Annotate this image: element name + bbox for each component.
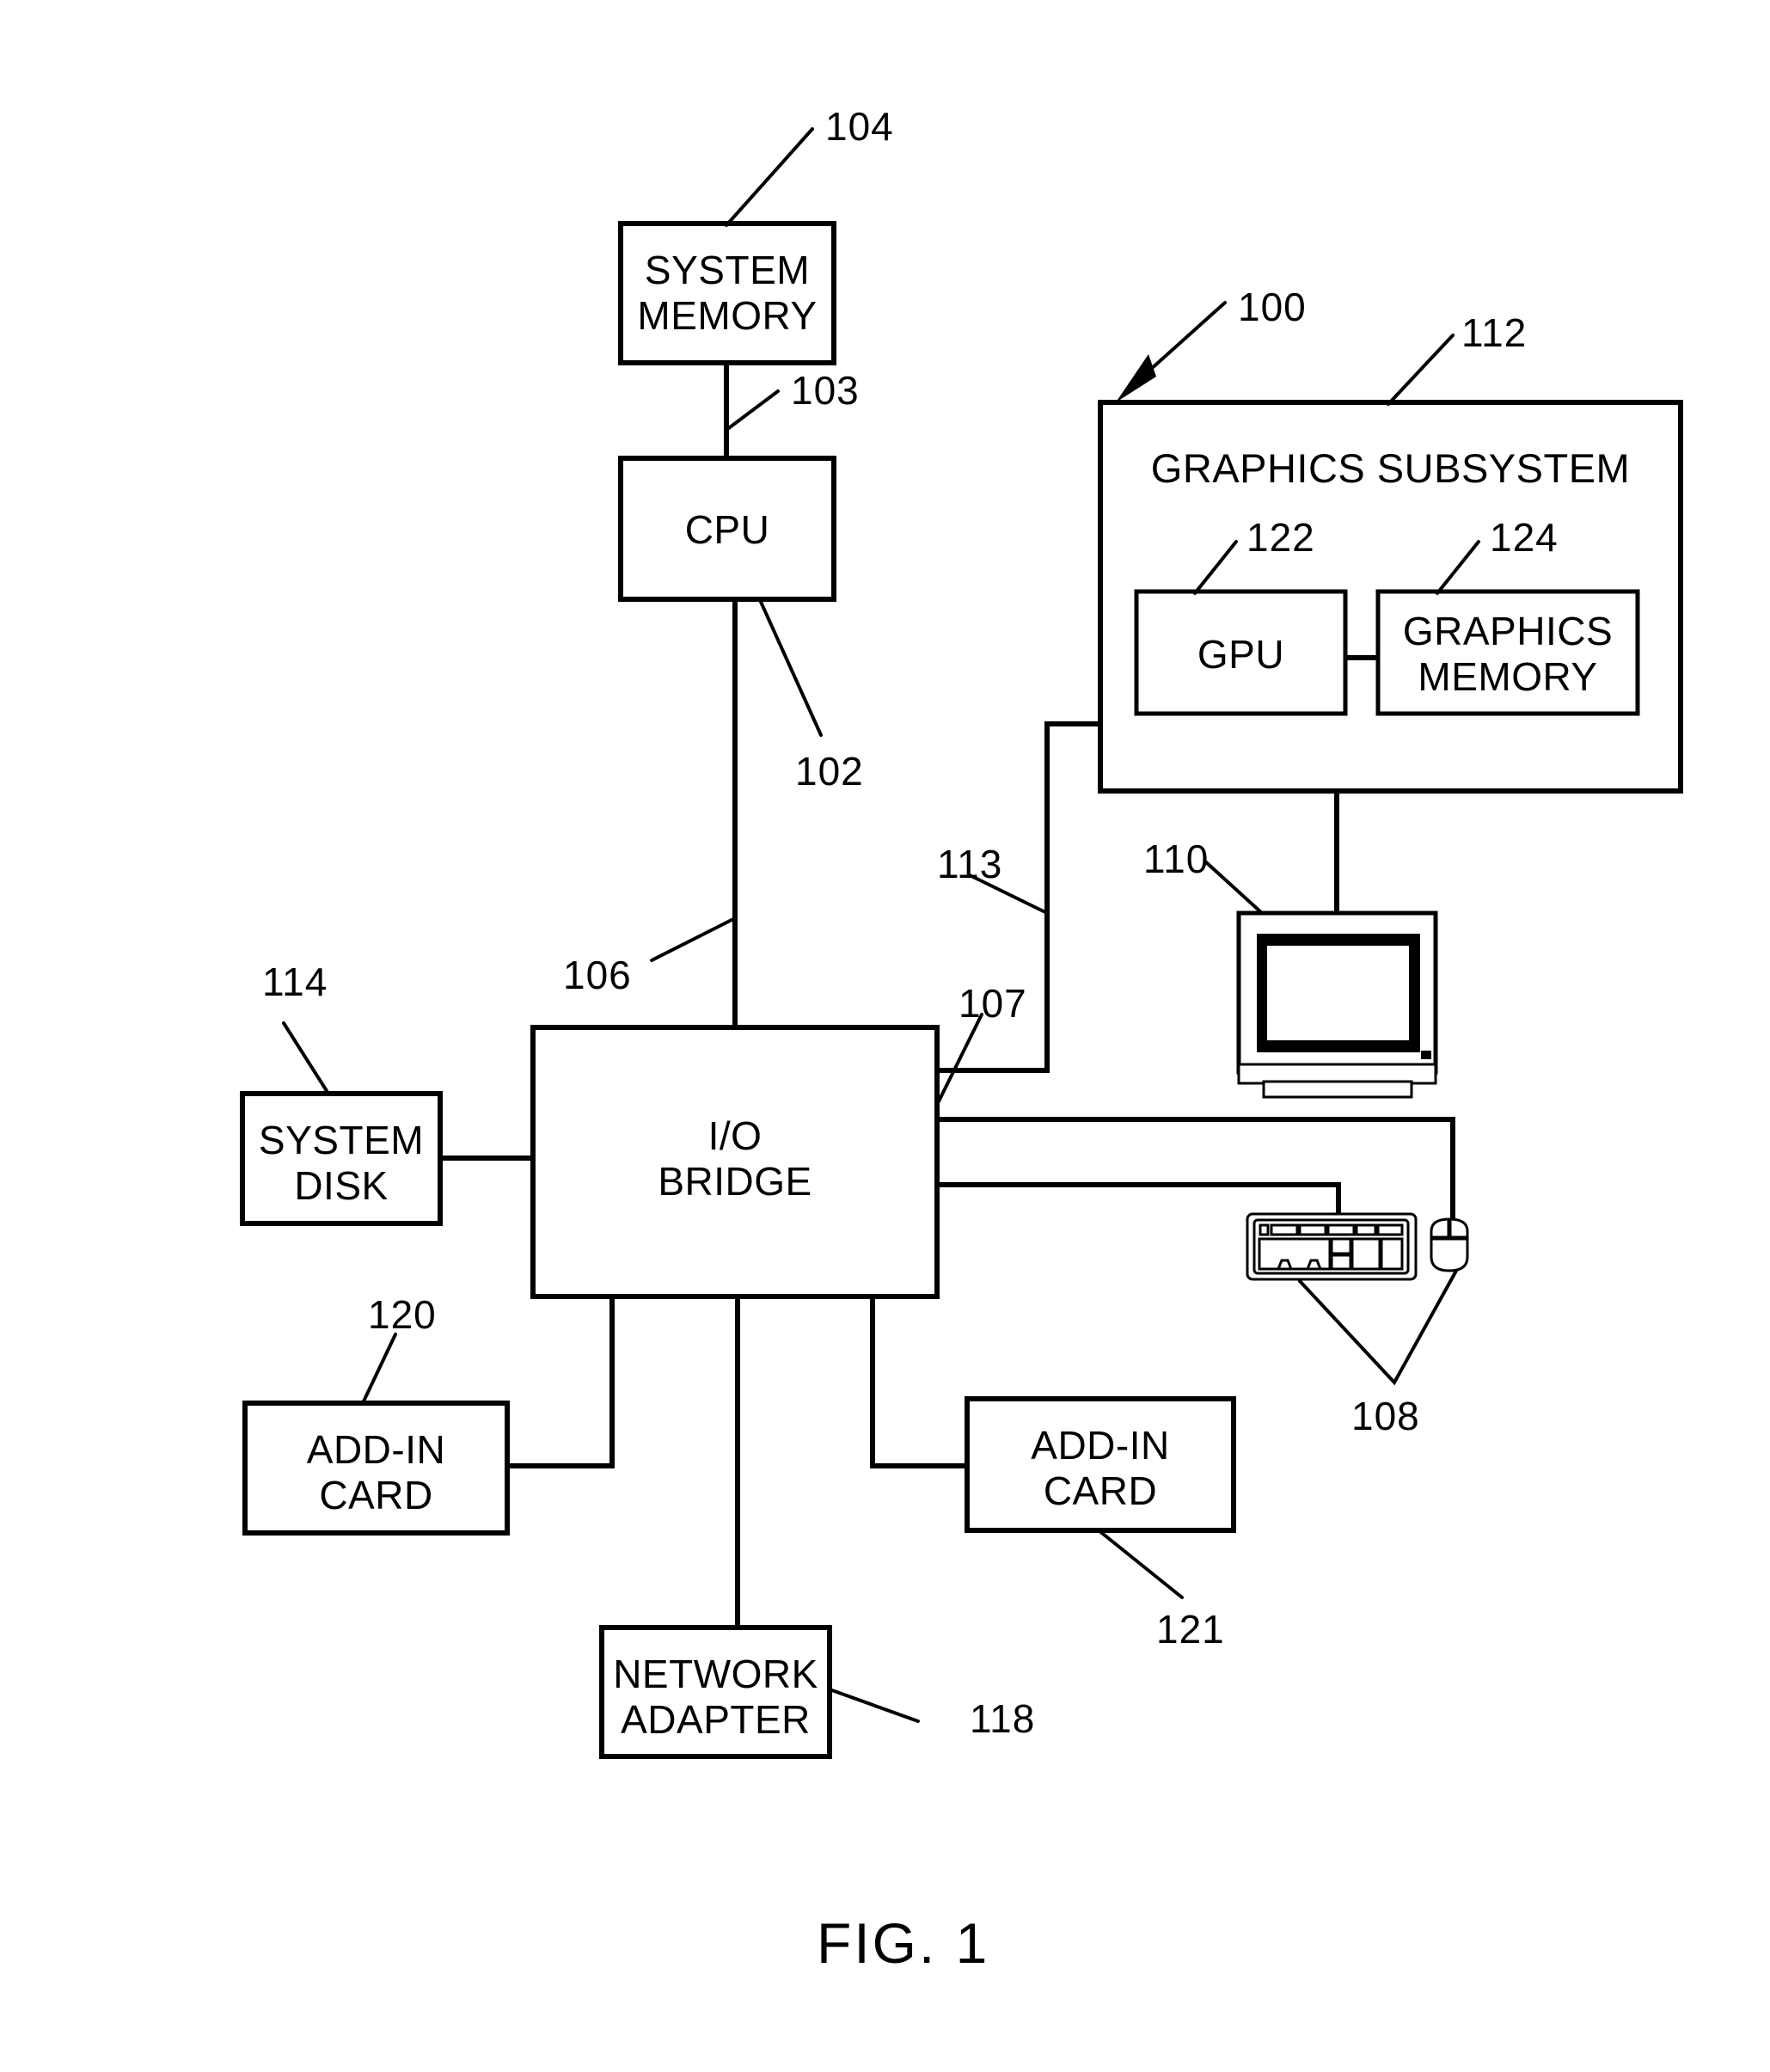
gpu-box[interactable] [1134, 589, 1348, 716]
lead-line-103 [725, 389, 780, 432]
patent-figure-root: SYSTEM MEMORY CPU I/O BRIDGE SYSTEM DISK… [0, 0, 1770, 2072]
diagram-canvas [240, 127, 1683, 1759]
io-bridge-box[interactable] [530, 1025, 940, 1299]
lead-line-113 [968, 874, 1049, 915]
network-adapter-box[interactable] [599, 1625, 832, 1759]
lead-line-108 [1298, 1269, 1458, 1386]
lead-line-120 [361, 1333, 397, 1405]
graphics-memory-box[interactable] [1375, 589, 1640, 716]
figure-caption: FIG. 1 [817, 1911, 990, 1975]
lead-line-112 [1387, 334, 1455, 406]
io-bridge-to-add-in-card-left-line [507, 1297, 615, 1468]
display-monitor-graphic[interactable] [1236, 910, 1438, 1099]
io-bridge-to-mouse-line [937, 1117, 1455, 1219]
lead-line-107 [935, 1013, 983, 1106]
cpu-box[interactable] [618, 456, 836, 602]
io-bridge-to-add-in-card-right-line [870, 1297, 967, 1468]
lead-line-114 [282, 1021, 330, 1095]
add-in-card-right-box[interactable] [965, 1396, 1236, 1533]
lead-line-118 [828, 1688, 920, 1723]
add-in-card-left-box[interactable] [242, 1401, 510, 1536]
lead-line-106 [650, 916, 737, 962]
lead-line-104 [725, 127, 814, 227]
keyboard-graphic[interactable] [1246, 1212, 1418, 1281]
lead-line-110 [1203, 860, 1264, 915]
graphics-subsystem-bus-line [937, 721, 1100, 1073]
system-disk-box[interactable] [240, 1091, 443, 1226]
system-memory-box[interactable] [618, 221, 836, 365]
mouse-graphic[interactable] [1430, 1217, 1469, 1272]
lead-line-102 [759, 600, 823, 737]
arrowhead-100 [1116, 354, 1156, 402]
lead-line-121 [1097, 1529, 1184, 1599]
